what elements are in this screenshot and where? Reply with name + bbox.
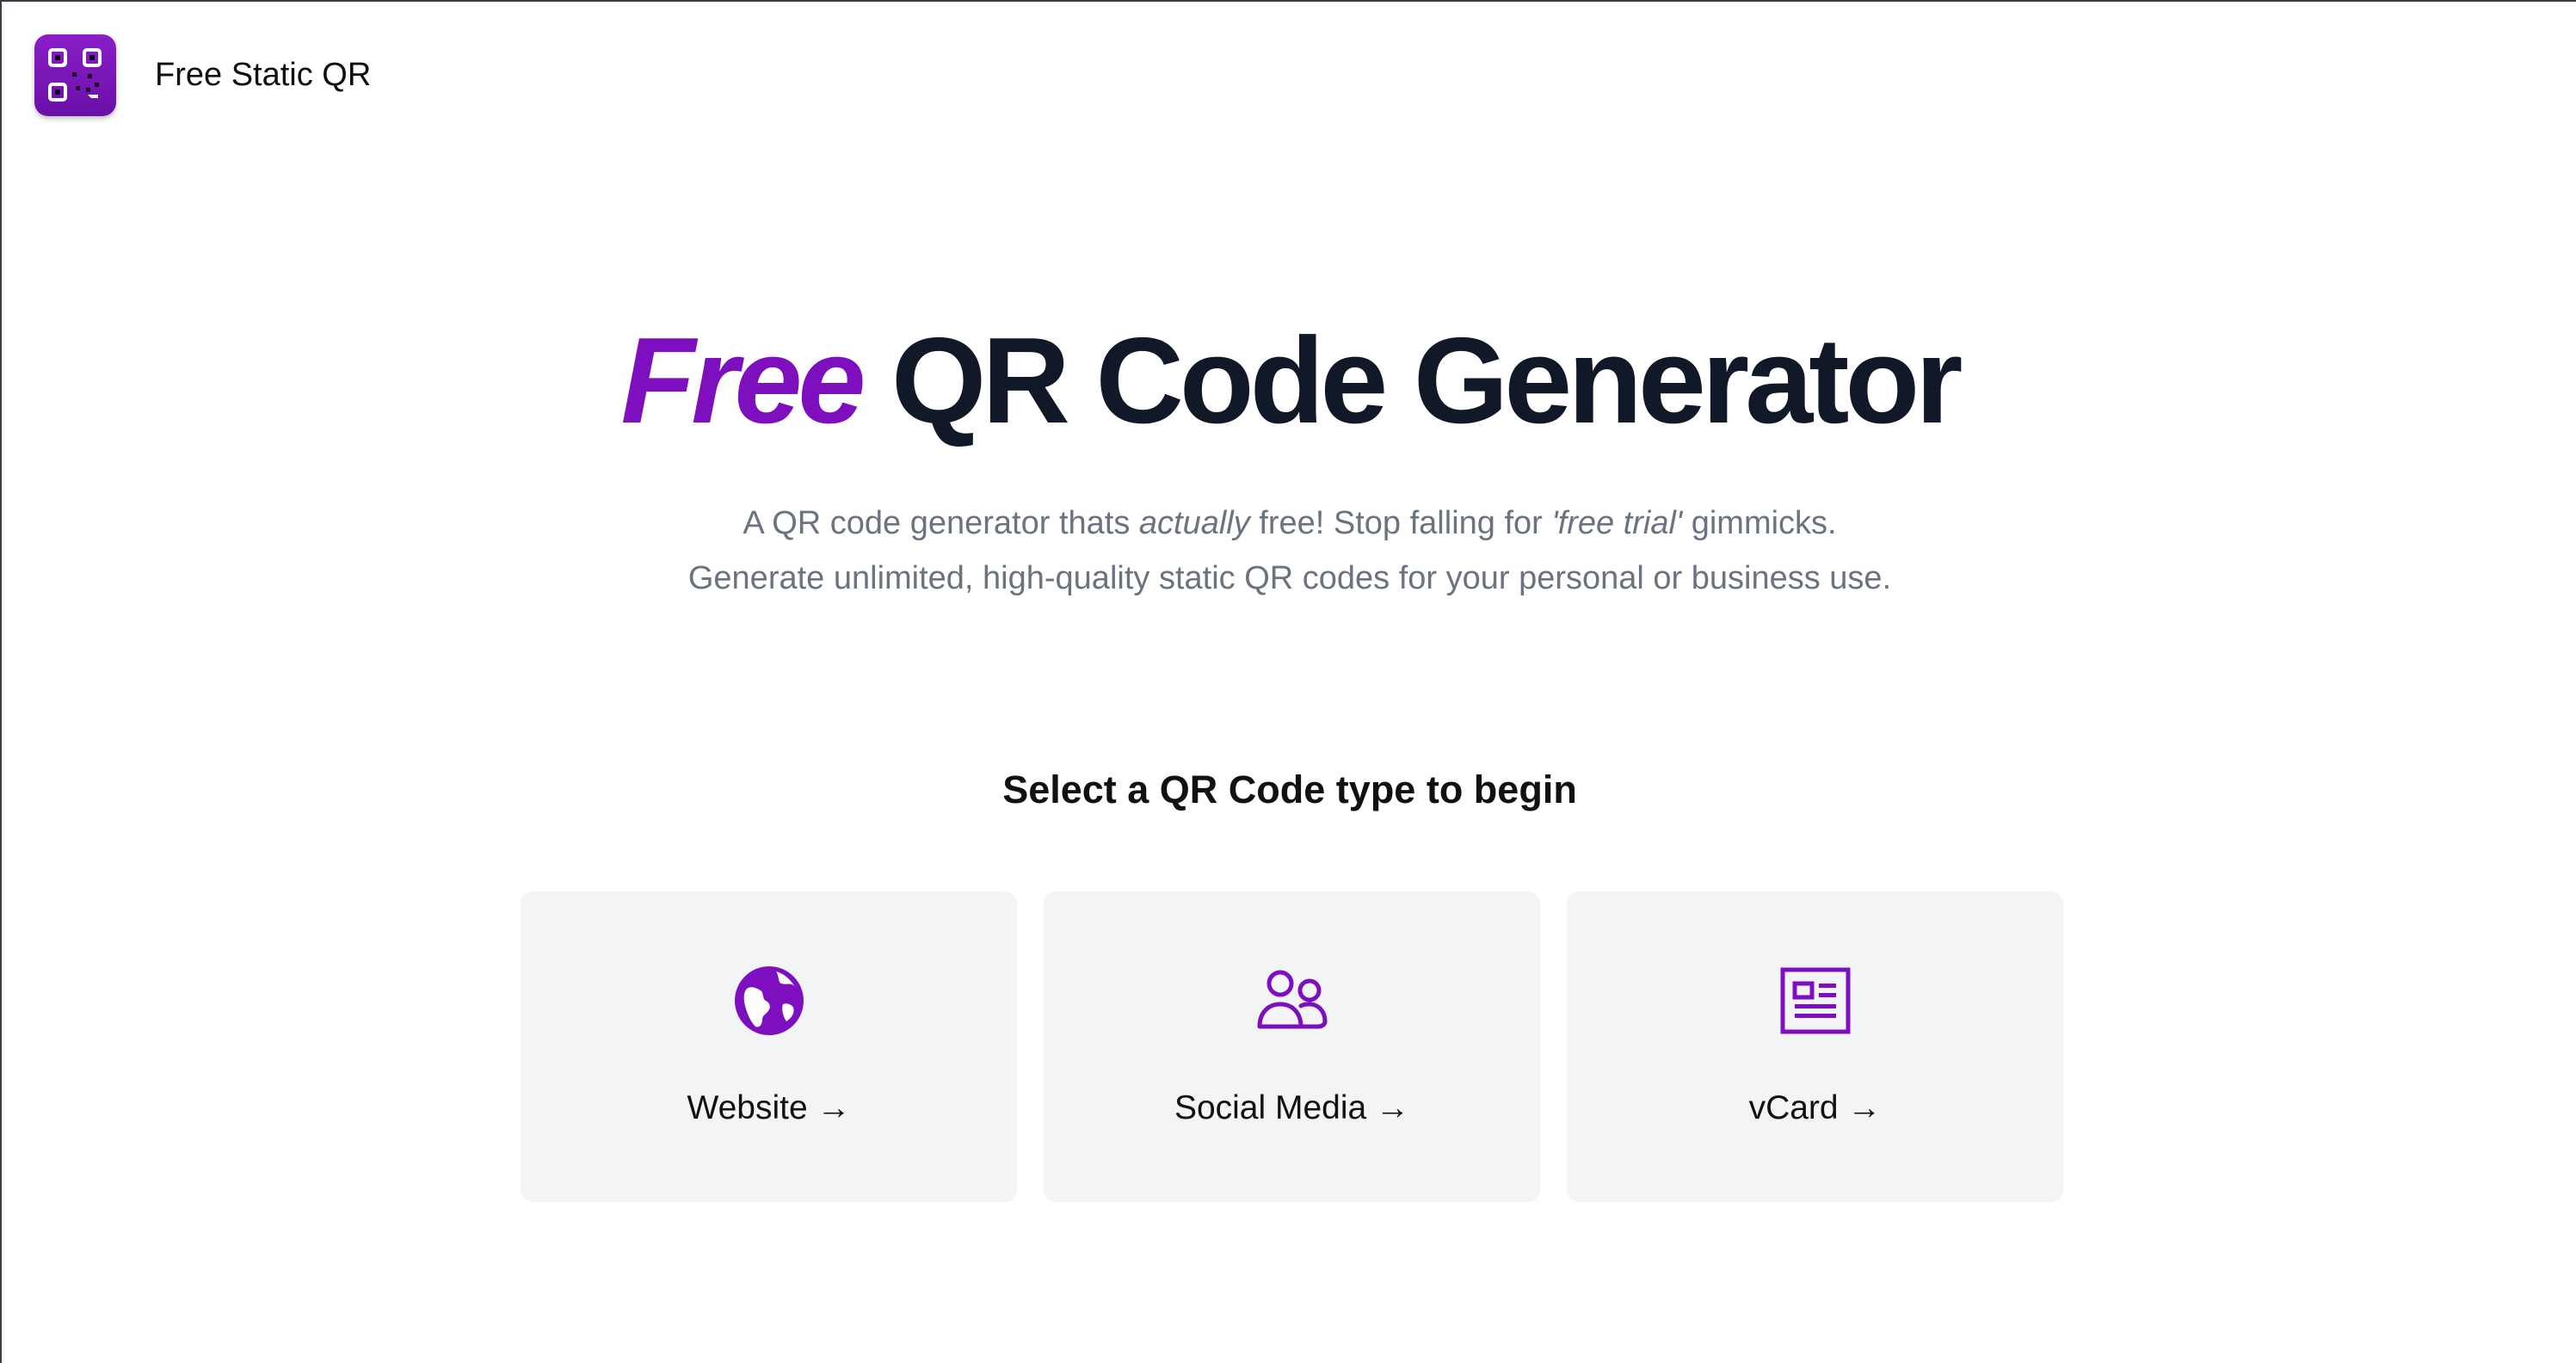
hero-title-rest: QR Code Generator — [861, 312, 1963, 449]
subtitle-emphasis: 'free trial' — [1551, 505, 1683, 541]
page: Free Static QR Free QR Code Generator A … — [0, 0, 2576, 1363]
vcard-icon — [1780, 967, 1851, 1034]
brand-name[interactable]: Free Static QR — [155, 57, 371, 94]
subtitle-text: gimmicks. — [1682, 505, 1837, 541]
subtitle-text: A QR code generator thats — [743, 505, 1139, 541]
globe-icon — [735, 966, 804, 1035]
hero-title-accent: Free — [620, 312, 866, 449]
vcard-card[interactable]: vCard → — [1567, 891, 2063, 1202]
users-icon — [1257, 970, 1328, 1029]
subtitle-text: free! Stop falling for — [1249, 505, 1552, 541]
select-type-heading: Select a QR Code type to begin — [1002, 768, 1577, 811]
hero-subtitle: A QR code generator thats actually free!… — [2, 496, 2576, 606]
social-media-label: Social Media → — [1174, 1089, 1410, 1126]
subtitle-line-2: Generate unlimited, high-quality static … — [687, 560, 1892, 596]
website-label: Website → — [687, 1089, 851, 1126]
hero-title: Free QR Code Generator — [2, 308, 2576, 454]
website-card[interactable]: Website → — [521, 891, 1017, 1202]
vcard-label: vCard → — [1748, 1089, 1882, 1126]
subtitle-line-1: A QR code generator thats actually free!… — [2, 496, 2576, 551]
subtitle-emphasis: actually — [1138, 505, 1250, 541]
qr-code-icon[interactable] — [34, 34, 116, 116]
social-media-card[interactable]: Social Media → — [1044, 891, 1540, 1202]
